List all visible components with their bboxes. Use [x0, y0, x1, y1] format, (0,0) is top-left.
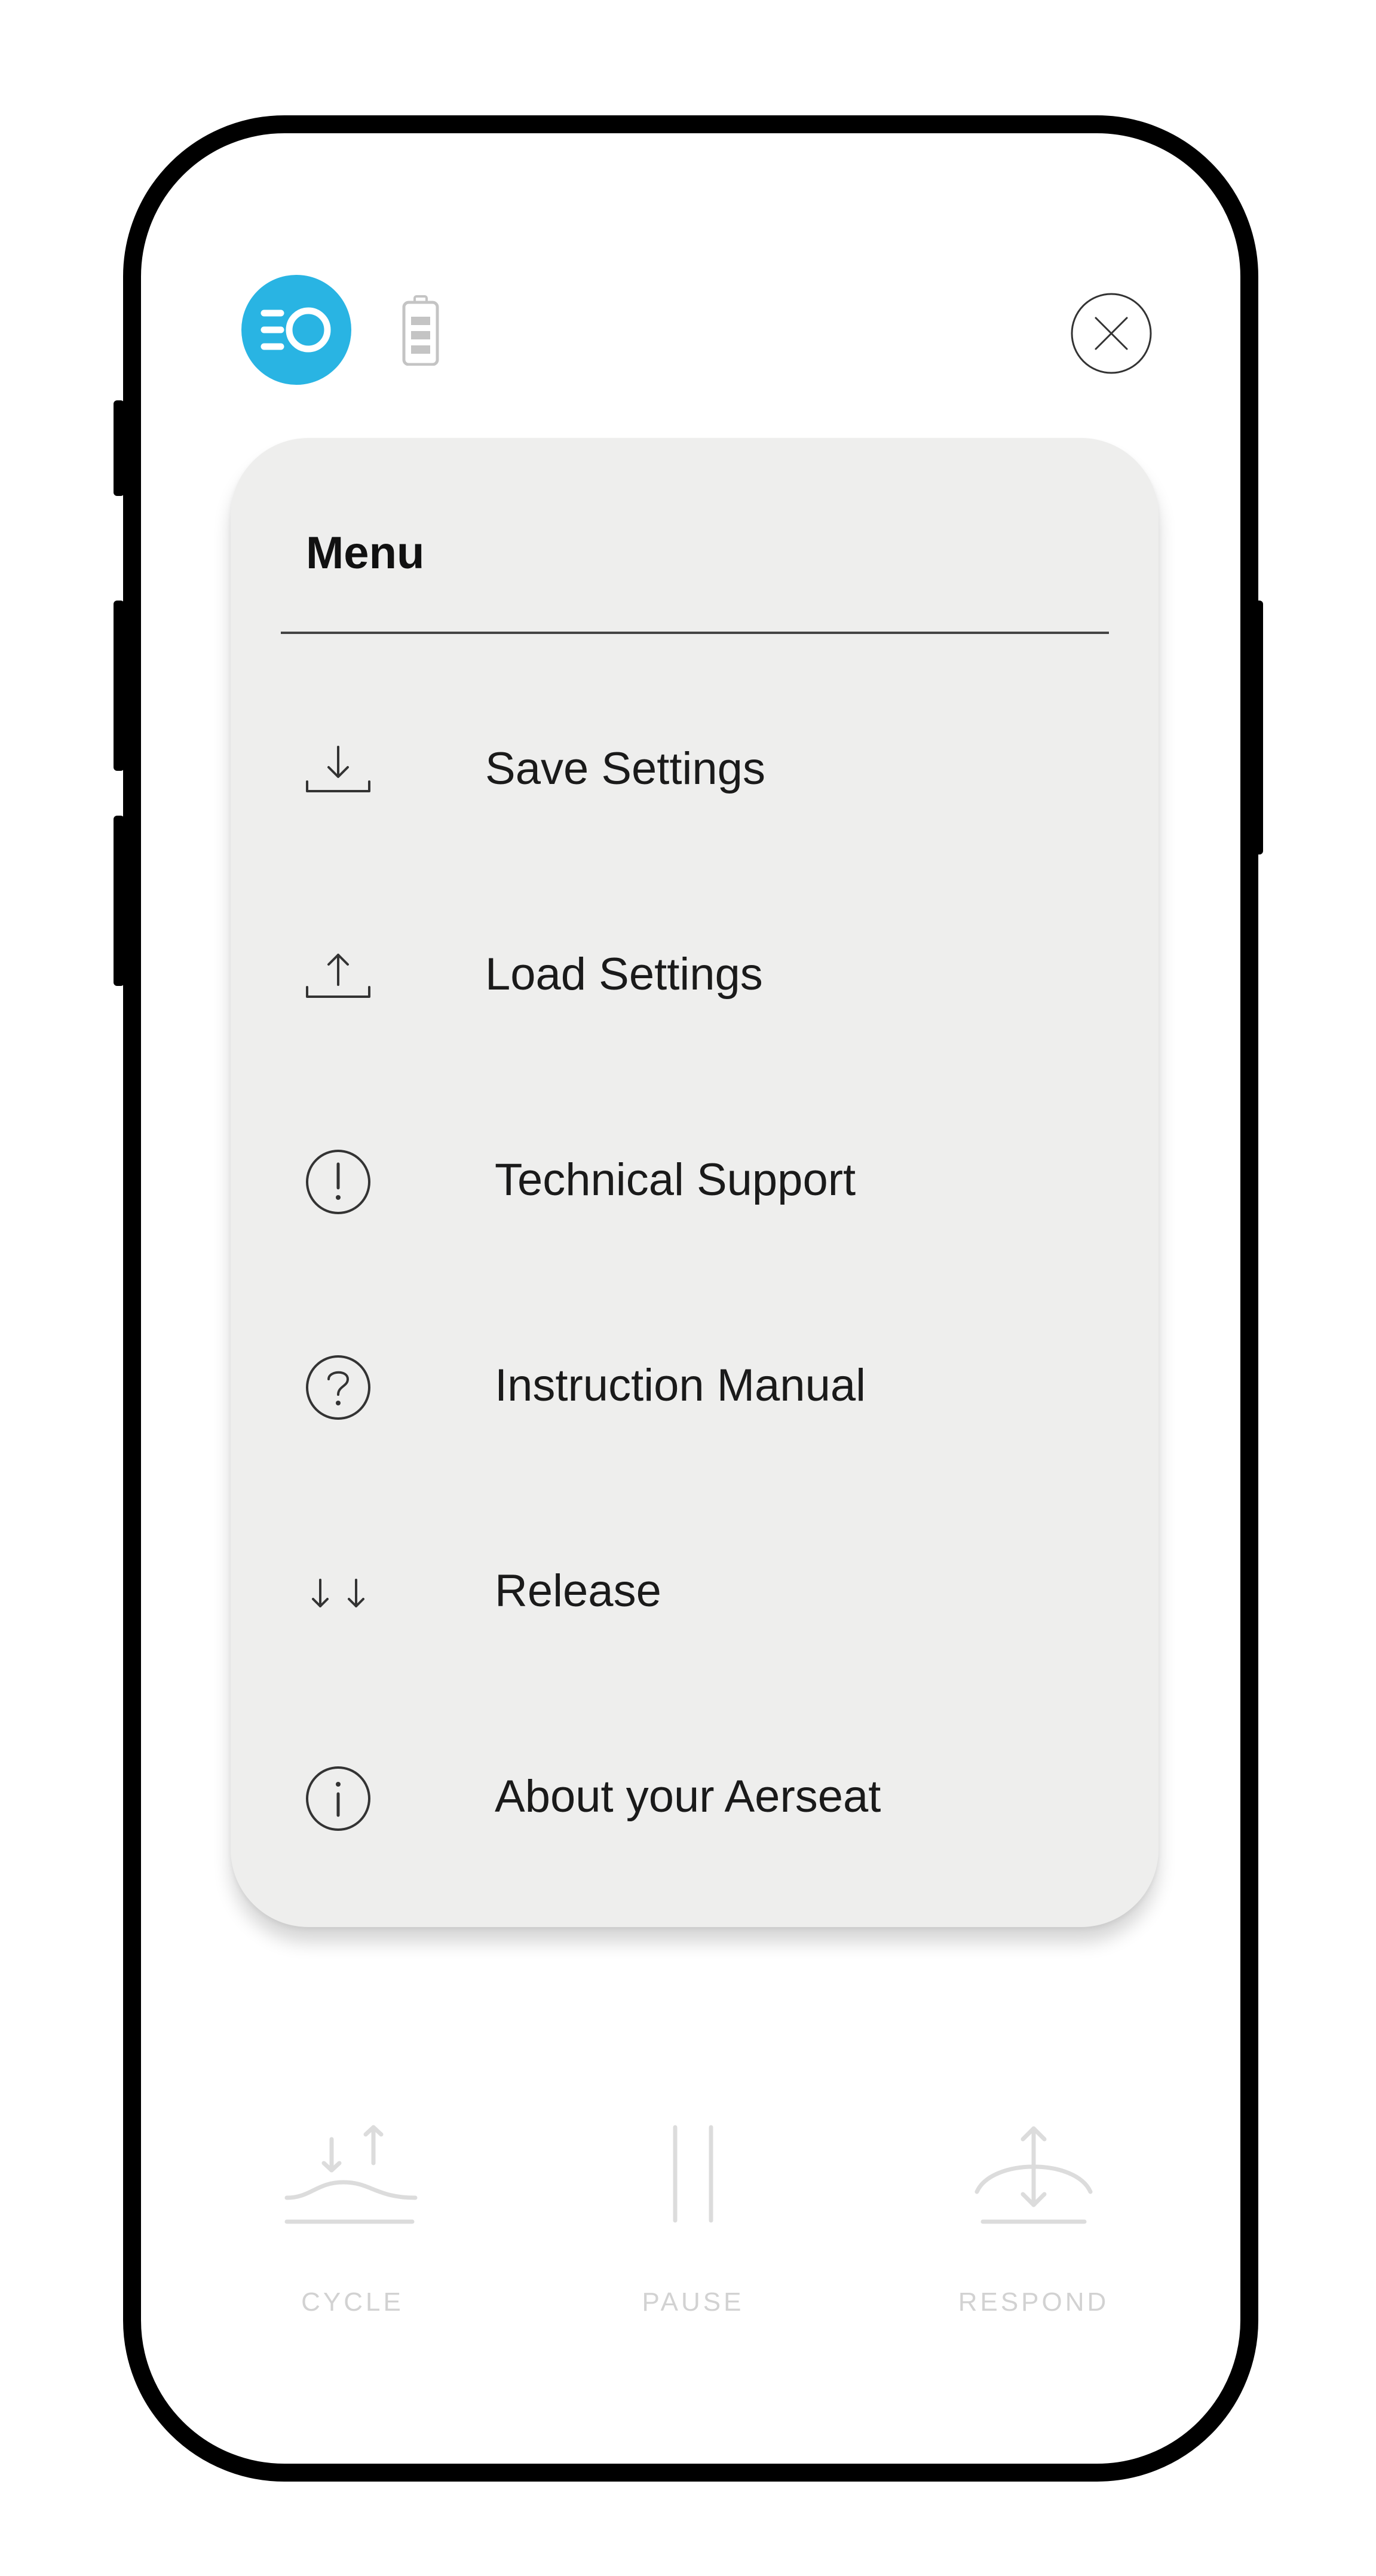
- respond-icon: [956, 2115, 1111, 2247]
- cycle-label: CYCLE: [301, 2287, 404, 2317]
- pause-label: PAUSE: [642, 2287, 744, 2317]
- menu-item-release[interactable]: Release: [281, 1526, 1109, 1658]
- close-button[interactable]: [1069, 292, 1153, 375]
- menu-item-label: Instruction Manual: [495, 1360, 866, 1411]
- double-down-arrow-icon: [302, 1557, 374, 1629]
- aerseat-logo-icon: [241, 275, 351, 385]
- menu-item-about[interactable]: About your Aerseat: [281, 1732, 1109, 1863]
- menu-item-technical-support[interactable]: Technical Support: [281, 1115, 1109, 1246]
- info-circle-icon: [302, 1763, 374, 1834]
- pause-button[interactable]: PAUSE: [586, 2097, 801, 2336]
- pause-icon: [615, 2115, 771, 2247]
- cycle-icon: [275, 2115, 430, 2247]
- menu-item-load-settings[interactable]: Load Settings: [281, 909, 1109, 1041]
- download-icon: [302, 735, 374, 807]
- menu-item-instruction-manual[interactable]: Instruction Manual: [281, 1321, 1109, 1452]
- side-button-power: [1252, 601, 1263, 854]
- side-button-volume-down: [114, 816, 124, 986]
- close-icon: [1071, 293, 1152, 374]
- menu-title: Menu: [306, 528, 425, 578]
- menu-item-label: About your Aerseat: [495, 1771, 881, 1822]
- menu-item-save-settings[interactable]: Save Settings: [281, 704, 1109, 835]
- menu-item-label: Technical Support: [495, 1154, 856, 1205]
- cycle-button[interactable]: CYCLE: [245, 2097, 460, 2336]
- exclamation-circle-icon: [302, 1146, 374, 1218]
- upload-icon: [302, 941, 374, 1012]
- side-button-volume-up: [114, 601, 124, 771]
- menu-item-label: Release: [495, 1566, 661, 1616]
- menu-item-label: Load Settings: [485, 949, 763, 1000]
- respond-label: RESPOND: [958, 2287, 1110, 2317]
- question-circle-icon: [302, 1352, 374, 1423]
- menu-item-label: Save Settings: [485, 743, 765, 794]
- menu-divider: [281, 632, 1109, 634]
- battery-icon: [402, 295, 440, 366]
- respond-button[interactable]: RESPOND: [926, 2097, 1141, 2336]
- side-button-mute: [114, 400, 124, 496]
